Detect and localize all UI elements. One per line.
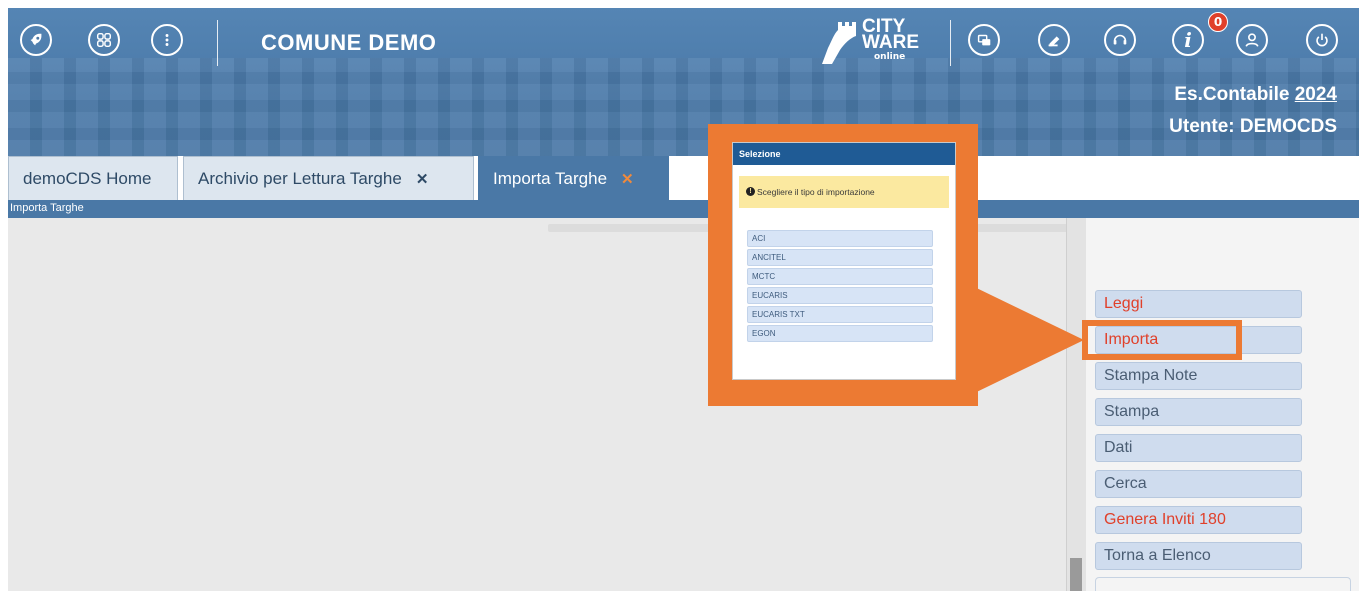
header-background-pattern	[8, 58, 1359, 156]
tab-label: demoCDS Home	[23, 168, 152, 188]
header-separator	[217, 20, 218, 66]
tab-democds-home[interactable]: demoCDS Home	[8, 156, 178, 200]
user-icon[interactable]	[1236, 24, 1268, 56]
close-icon[interactable]: ✕	[621, 170, 634, 188]
dati-button[interactable]: Dati	[1095, 434, 1302, 462]
fiscal-year-label: Es.Contabile	[1174, 84, 1290, 105]
close-icon[interactable]: ✕	[416, 170, 429, 188]
fiscal-year-info: Es.Contabile 2024	[1174, 84, 1337, 106]
cityware-logo: CITY WARE online	[816, 17, 934, 66]
option-eucaris-txt[interactable]: EUCARIS TXT	[747, 306, 933, 323]
side-panel-bottom	[1095, 577, 1351, 591]
tab-label: Archivio per Lettura Targhe	[198, 168, 402, 188]
tab-label: Importa Targhe	[493, 168, 608, 188]
rocket-icon[interactable]	[20, 24, 52, 56]
option-ancitel[interactable]: ANCITEL	[747, 249, 933, 266]
header-separator	[950, 20, 951, 66]
windows-icon[interactable]	[968, 24, 1000, 56]
info-icon[interactable]: i	[1172, 24, 1204, 56]
stampa-button[interactable]: Stampa	[1095, 398, 1302, 426]
popup-title: Selezione	[733, 143, 955, 165]
breadcrumb: Importa Targhe	[8, 200, 1359, 218]
scrollbar-thumb[interactable]	[1070, 558, 1082, 591]
leggi-button[interactable]: Leggi	[1095, 290, 1302, 318]
option-eucaris[interactable]: EUCARIS	[747, 287, 933, 304]
importa-highlight-box	[1082, 320, 1242, 360]
castle-logo-icon	[822, 22, 856, 64]
logo-line-online: online	[874, 52, 906, 62]
stamp-icon[interactable]	[1038, 24, 1070, 56]
logo-line-ware: WARE	[862, 32, 919, 53]
import-type-list: ACI ANCITEL MCTC EUCARIS EUCARIS TXT EGO…	[747, 230, 933, 342]
popup-message-text: Scegliere il tipo di importazione	[757, 187, 875, 197]
fiscal-year-value[interactable]: 2024	[1295, 84, 1337, 105]
app-title: COMUNE DEMO	[261, 30, 437, 55]
headset-icon[interactable]	[1104, 24, 1136, 56]
warning-icon: !	[746, 187, 755, 196]
popup-message: ! Scegliere il tipo di importazione	[739, 176, 949, 208]
power-icon[interactable]	[1306, 24, 1338, 56]
tab-archivio-lettura-targhe[interactable]: Archivio per Lettura Targhe ✕	[183, 156, 474, 200]
notification-badge: 0	[1208, 12, 1228, 32]
option-mctc[interactable]: MCTC	[747, 268, 933, 285]
option-aci[interactable]: ACI	[747, 230, 933, 247]
tab-importa-targhe[interactable]: Importa Targhe ✕	[478, 156, 669, 200]
tab-bar: demoCDS Home Archivio per Lettura Targhe…	[8, 156, 1359, 200]
cerca-button[interactable]: Cerca	[1095, 470, 1302, 498]
selection-popup: Selezione ! Scegliere il tipo di importa…	[732, 142, 956, 380]
option-egon[interactable]: EGON	[747, 325, 933, 342]
more-vertical-icon[interactable]	[151, 24, 183, 56]
stampa-note-button[interactable]: Stampa Note	[1095, 362, 1302, 390]
torna-a-elenco-button[interactable]: Torna a Elenco	[1095, 542, 1302, 570]
genera-inviti-180-button[interactable]: Genera Inviti 180	[1095, 506, 1302, 534]
callout-pointer	[960, 280, 1084, 400]
user-info: Utente: DEMOCDS	[1169, 116, 1337, 137]
apps-grid-icon[interactable]	[88, 24, 120, 56]
app-header: COMUNE DEMO CITY WARE online i 0 Es.Cont…	[8, 8, 1359, 156]
